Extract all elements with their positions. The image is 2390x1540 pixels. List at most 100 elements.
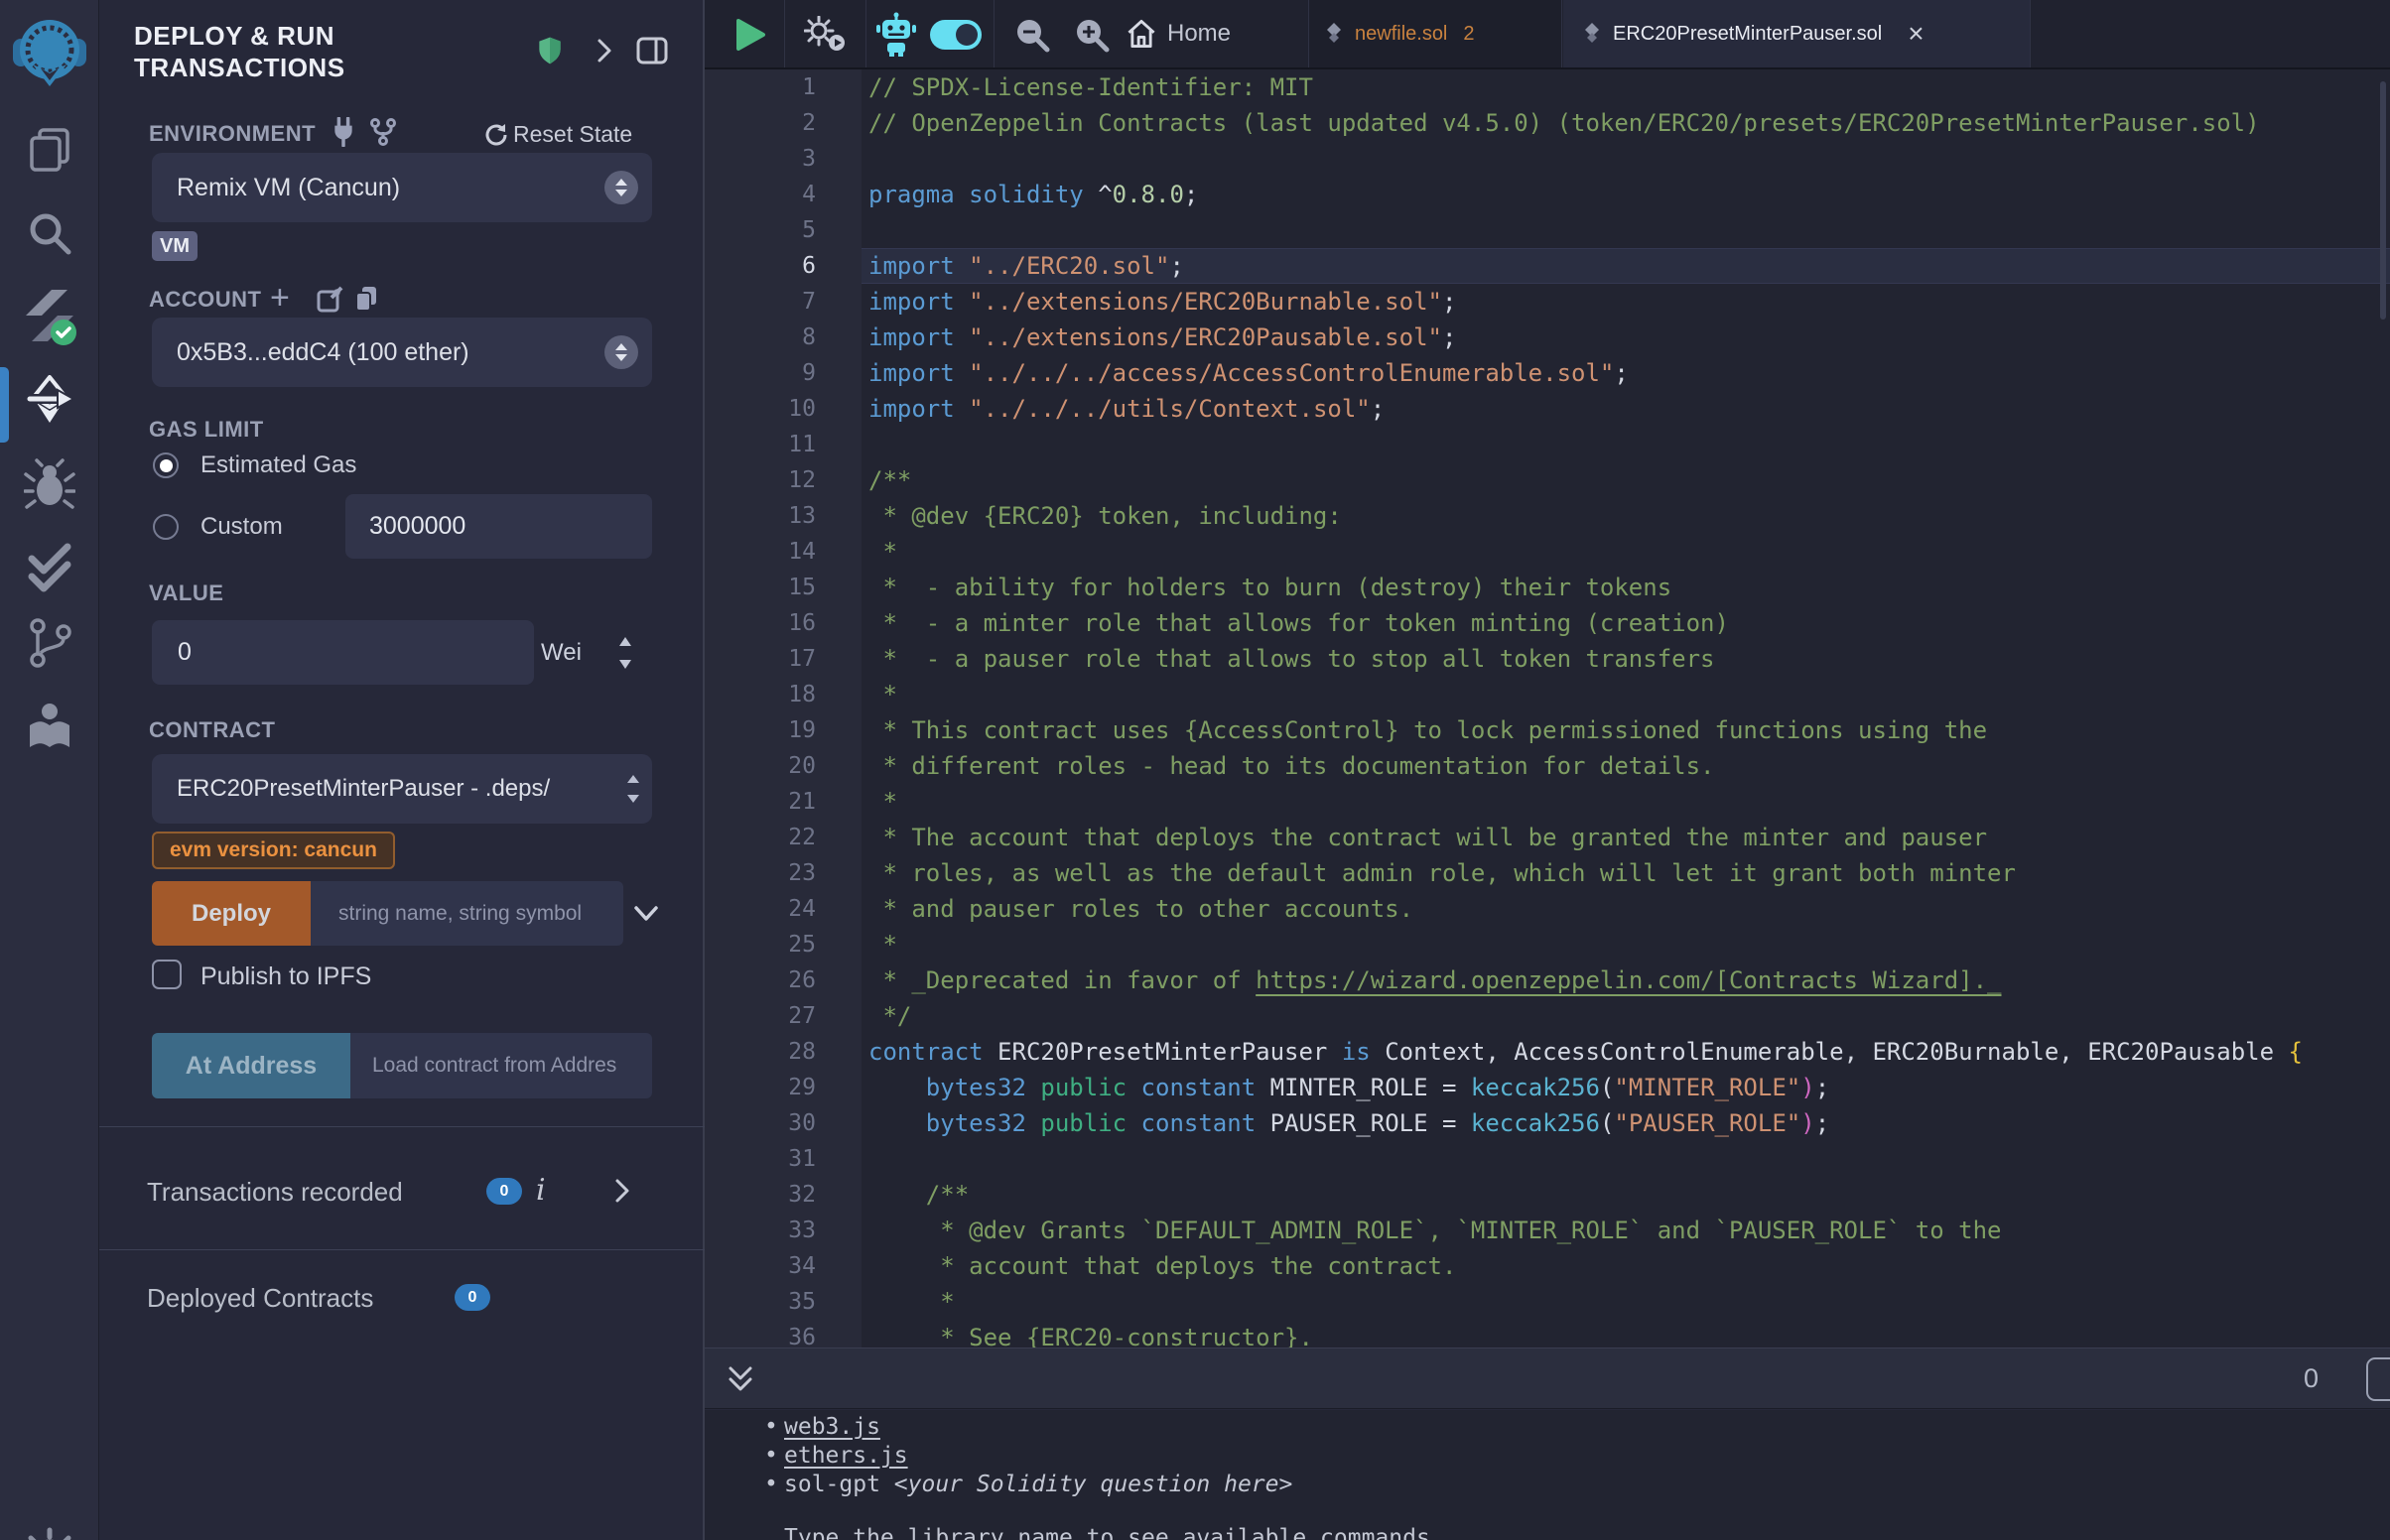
zoom-out-icon[interactable] bbox=[1014, 17, 1050, 53]
home-tab-label[interactable]: Home bbox=[1167, 20, 1231, 48]
git-icon[interactable] bbox=[0, 600, 99, 686]
code-line[interactable]: 26 * _Deprecated in favor of https://wiz… bbox=[705, 962, 2390, 998]
expand-transactions-icon[interactable] bbox=[613, 1177, 631, 1205]
value-input[interactable] bbox=[152, 620, 534, 685]
terminal-search-box[interactable] bbox=[2366, 1357, 2390, 1401]
home-icon[interactable] bbox=[1126, 18, 1157, 50]
deploy-run-icon[interactable] bbox=[0, 357, 99, 443]
code-line[interactable]: 21 * bbox=[705, 784, 2390, 820]
zoom-in-icon[interactable] bbox=[1074, 17, 1110, 53]
file-explorer-icon[interactable] bbox=[0, 106, 99, 192]
code-line[interactable]: 14 * bbox=[705, 534, 2390, 570]
code-editor[interactable]: 1// SPDX-License-Identifier: MIT2// Open… bbox=[705, 69, 2390, 1348]
learneth-icon[interactable] bbox=[0, 685, 99, 770]
tab-newfile[interactable]: newfile.sol 2 bbox=[1309, 0, 1561, 67]
at-address-button[interactable]: At Address bbox=[152, 1033, 350, 1098]
search-icon[interactable] bbox=[0, 191, 99, 276]
script-config-icon[interactable] bbox=[804, 16, 848, 54]
account-label: ACCOUNT bbox=[149, 287, 262, 313]
code-line[interactable]: 15 * - ability for holders to burn (dest… bbox=[705, 570, 2390, 605]
code-line[interactable]: 16 * - a minter role that allows for tok… bbox=[705, 605, 2390, 641]
line-number: 5 bbox=[705, 217, 862, 243]
settings-icon[interactable] bbox=[0, 1512, 99, 1540]
code-line[interactable]: 12/** bbox=[705, 462, 2390, 498]
line-number: 27 bbox=[705, 1003, 862, 1029]
tab-erc20presetminterpauser[interactable]: ERC20PresetMinterPauser.sol × bbox=[1563, 0, 2030, 67]
code-line[interactable]: 35 * bbox=[705, 1284, 2390, 1320]
shield-icon[interactable] bbox=[534, 35, 566, 66]
expand-terminal-icon[interactable] bbox=[727, 1364, 754, 1394]
code-line[interactable]: 7import "../extensions/ERC20Burnable.sol… bbox=[705, 284, 2390, 320]
code-line[interactable]: 31 bbox=[705, 1141, 2390, 1177]
chevron-right-icon[interactable] bbox=[592, 37, 617, 64]
code-line[interactable]: 1// SPDX-License-Identifier: MIT bbox=[705, 69, 2390, 105]
line-number: 20 bbox=[705, 753, 862, 779]
code-line[interactable]: 4pragma solidity ^0.8.0; bbox=[705, 177, 2390, 212]
copy-account-icon[interactable] bbox=[353, 285, 379, 313]
code-line[interactable]: 18 * bbox=[705, 677, 2390, 712]
code-line[interactable]: 11 bbox=[705, 427, 2390, 462]
ai-copilot-icon[interactable] bbox=[875, 12, 917, 58]
fork-environment-icon[interactable] bbox=[369, 117, 397, 147]
code-line[interactable]: 30 bytes32 public constant PAUSER_ROLE =… bbox=[705, 1105, 2390, 1141]
code-line[interactable]: 22 * The account that deploys the contra… bbox=[705, 820, 2390, 855]
code-line[interactable]: 27 */ bbox=[705, 998, 2390, 1034]
unit-testing-icon[interactable] bbox=[0, 526, 99, 611]
terminal-link[interactable]: web3.js bbox=[784, 1414, 880, 1440]
estimated-gas-radio[interactable] bbox=[153, 452, 179, 478]
run-script-icon[interactable] bbox=[734, 18, 766, 52]
environment-select[interactable]: Remix VM (Cancun) bbox=[152, 153, 652, 222]
code-line[interactable]: 2// OpenZeppelin Contracts (last updated… bbox=[705, 105, 2390, 141]
solidity-compiler-icon[interactable] bbox=[0, 273, 99, 358]
terminal-output[interactable]: • web3.js• ethers.js• sol-gpt <your Soli… bbox=[705, 1410, 2390, 1540]
code-line[interactable]: 9import "../../../access/AccessControlEn… bbox=[705, 355, 2390, 391]
panel-layout-icon[interactable] bbox=[635, 36, 669, 65]
close-tab-icon[interactable]: × bbox=[1908, 20, 1924, 48]
unit-spinner-icon[interactable] bbox=[617, 635, 633, 671]
info-icon[interactable]: i bbox=[536, 1173, 546, 1208]
editor-scrollbar[interactable] bbox=[2380, 81, 2386, 320]
deploy-button[interactable]: Deploy bbox=[152, 881, 311, 946]
code-line[interactable]: 20 * different roles - head to its docum… bbox=[705, 748, 2390, 784]
debugger-icon[interactable] bbox=[0, 442, 99, 527]
ai-toggle-switch[interactable] bbox=[930, 20, 982, 50]
contract-label: CONTRACT bbox=[149, 717, 275, 743]
add-account-icon[interactable]: + bbox=[270, 282, 290, 314]
edit-account-icon[interactable] bbox=[316, 286, 343, 314]
code-line[interactable]: 5 bbox=[705, 212, 2390, 248]
code-line[interactable]: 19 * This contract uses {AccessControl} … bbox=[705, 712, 2390, 748]
publish-ipfs-checkbox[interactable] bbox=[152, 960, 182, 989]
account-select[interactable]: 0x5B3...eddC4 (100 ether) bbox=[152, 318, 652, 387]
line-number: 25 bbox=[705, 932, 862, 958]
code-line[interactable]: 25 * bbox=[705, 927, 2390, 962]
remix-logo-icon[interactable] bbox=[0, 9, 99, 94]
code-line[interactable]: 8import "../extensions/ERC20Pausable.sol… bbox=[705, 320, 2390, 355]
value-unit-select[interactable]: Wei bbox=[541, 620, 582, 685]
terminal-header[interactable]: 0 bbox=[705, 1348, 2390, 1409]
code-line[interactable]: 33 * @dev Grants `DEFAULT_ADMIN_ROLE`, `… bbox=[705, 1213, 2390, 1248]
custom-gas-input[interactable] bbox=[345, 494, 652, 559]
code-line[interactable]: 24 * and pauser roles to other accounts. bbox=[705, 891, 2390, 927]
deploy-args-input[interactable] bbox=[311, 881, 623, 946]
plug-icon[interactable] bbox=[330, 117, 357, 147]
code-line[interactable]: 6import "../ERC20.sol"; bbox=[705, 248, 2390, 284]
at-address-input[interactable] bbox=[350, 1033, 652, 1098]
reset-state-icon[interactable] bbox=[483, 122, 509, 148]
reset-state-button[interactable]: Reset State bbox=[513, 121, 632, 148]
code-line[interactable]: 17 * - a pauser role that allows to stop… bbox=[705, 641, 2390, 677]
custom-gas-radio[interactable] bbox=[153, 514, 179, 540]
contract-value: ERC20PresetMinterPauser - .deps/ bbox=[152, 775, 626, 803]
contract-select[interactable]: ERC20PresetMinterPauser - .deps/ bbox=[152, 754, 652, 824]
code-line[interactable]: 3 bbox=[705, 141, 2390, 177]
code-line[interactable]: 29 bytes32 public constant MINTER_ROLE =… bbox=[705, 1070, 2390, 1105]
code-line[interactable]: 23 * roles, as well as the default admin… bbox=[705, 855, 2390, 891]
code-line[interactable]: 13 * @dev {ERC20} token, including: bbox=[705, 498, 2390, 534]
terminal-link[interactable]: ethers.js bbox=[784, 1443, 908, 1469]
code-line[interactable]: 36 * See {ERC20-constructor}. bbox=[705, 1320, 2390, 1348]
code-line[interactable]: 32 /** bbox=[705, 1177, 2390, 1213]
code-line[interactable]: 28contract ERC20PresetMinterPauser is Co… bbox=[705, 1034, 2390, 1070]
line-number: 4 bbox=[705, 182, 862, 207]
code-line[interactable]: 10import "../../../utils/Context.sol"; bbox=[705, 391, 2390, 427]
expand-deploy-icon[interactable] bbox=[633, 905, 659, 923]
code-line[interactable]: 34 * account that deploys the contract. bbox=[705, 1248, 2390, 1284]
